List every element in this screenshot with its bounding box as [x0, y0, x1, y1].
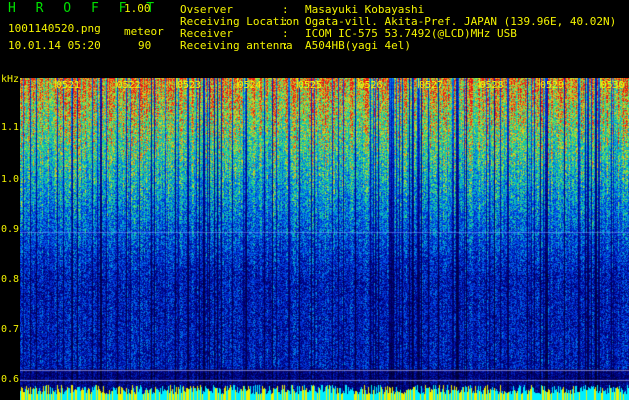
x-tick-label: 0523 [177, 80, 202, 91]
spectrogram-canvas [20, 78, 629, 400]
x-tick-label: 0529 [540, 80, 565, 91]
image-filename: 1001140520.png [8, 22, 101, 35]
y-tick-label: 0.6 [1, 374, 20, 385]
x-tick-label: 0524 [237, 80, 262, 91]
app-version: 1.00 [124, 2, 151, 15]
x-tick-label: 0526 [358, 80, 383, 91]
x-tick-label: 0527 [419, 80, 444, 91]
spectrogram-area [20, 78, 629, 400]
x-tick-label: 0525 [298, 80, 323, 91]
info-value-antenna: A504HB(yagi 4el) [305, 39, 411, 52]
info-label-antenna: Receiving antenna [180, 39, 293, 52]
observation-datetime: 10.01.14 05:20 [8, 39, 101, 52]
observation-mode: meteor [124, 25, 164, 38]
meteor-count: 90 [138, 39, 152, 52]
header-panel: H R O F F T 1.00 1001140520.png meteor 1… [0, 0, 629, 85]
x-tick-label: 0528 [479, 80, 504, 91]
x-tick-label: 0530 [600, 80, 625, 91]
y-tick-label: 1.0 [1, 174, 20, 185]
y-tick-label: 1.1 [1, 122, 20, 133]
y-axis-unit: kHz [1, 74, 20, 85]
info-colon: : [282, 39, 289, 52]
x-tick-label: 0521 [56, 80, 81, 91]
y-tick-label: 0.8 [1, 274, 20, 285]
y-tick-label: 0.7 [1, 324, 20, 335]
y-tick-label: 0.9 [1, 224, 20, 235]
x-tick-label: 0522 [116, 80, 141, 91]
